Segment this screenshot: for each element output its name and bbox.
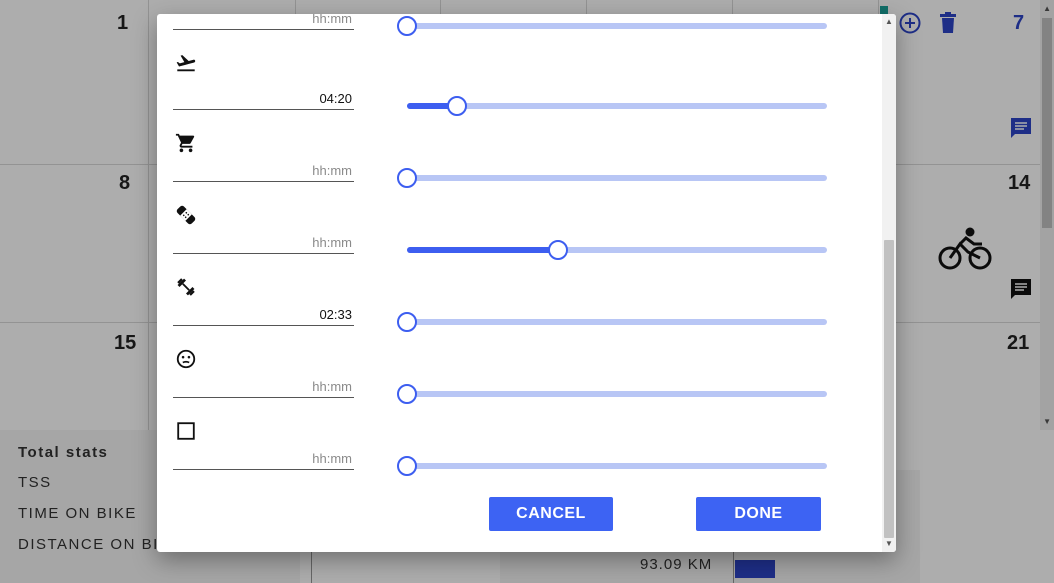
slider-thumb[interactable]: [397, 312, 417, 332]
slider-thumb[interactable]: [397, 456, 417, 476]
slider-fill: [407, 247, 559, 253]
time-placeholder: hh:mm: [312, 451, 352, 466]
slider-row-1[interactable]: [407, 96, 827, 116]
slider-thumb[interactable]: [397, 384, 417, 404]
slider-thumb[interactable]: [397, 168, 417, 188]
bandage-icon: [176, 205, 196, 225]
cancel-button[interactable]: CANCEL: [489, 497, 613, 531]
slider-thumb[interactable]: [548, 240, 569, 260]
scroll-up-icon[interactable]: ▲: [885, 17, 893, 26]
slider-track: [407, 391, 827, 397]
slider-track: [407, 175, 827, 181]
slider-track: [407, 23, 827, 29]
slider-thumb[interactable]: [397, 16, 417, 36]
slider-row-2[interactable]: [397, 168, 827, 188]
time-placeholder: hh:mm: [312, 379, 352, 394]
time-input-row-6[interactable]: hh:mm: [173, 450, 354, 470]
time-input-row-2[interactable]: hh:mm: [173, 162, 354, 182]
time-allocation-dialog: hh:mm 04:20 hh:mm hh:mm 02:33 hh:mm hh:m…: [157, 14, 896, 552]
slider-thumb[interactable]: [447, 96, 468, 116]
airplane-takeoff-icon: [176, 55, 196, 72]
dialog-scroll-thumb[interactable]: [884, 240, 894, 538]
slider-track: [407, 319, 827, 325]
time-input-row-4[interactable]: 02:33: [173, 306, 354, 326]
slider-row-4[interactable]: [397, 312, 827, 332]
time-value: 04:20: [319, 91, 352, 106]
slider-row-3[interactable]: [407, 240, 827, 260]
done-button[interactable]: DONE: [696, 497, 821, 531]
time-placeholder: hh:mm: [312, 235, 352, 250]
shopping-cart-icon: [175, 133, 195, 153]
slider-row-5[interactable]: [397, 384, 827, 404]
scroll-down-icon[interactable]: ▼: [885, 539, 893, 548]
time-input-row-3[interactable]: hh:mm: [173, 234, 354, 254]
dumbbell-icon: [177, 278, 195, 296]
dialog-scrollbar[interactable]: ▲ ▼: [882, 14, 896, 552]
slider-row-0[interactable]: [397, 16, 827, 36]
slider-row-6[interactable]: [397, 456, 827, 476]
square-icon: [177, 422, 195, 440]
time-placeholder: hh:mm: [312, 14, 352, 26]
time-value: 02:33: [319, 307, 352, 322]
time-input-row-0[interactable]: hh:mm: [173, 14, 354, 30]
time-input-row-1[interactable]: 04:20: [173, 90, 354, 110]
slider-track: [407, 463, 827, 469]
time-placeholder: hh:mm: [312, 163, 352, 178]
slider-track: [407, 103, 827, 109]
time-input-row-5[interactable]: hh:mm: [173, 378, 354, 398]
neutral-face-icon: [176, 349, 196, 369]
